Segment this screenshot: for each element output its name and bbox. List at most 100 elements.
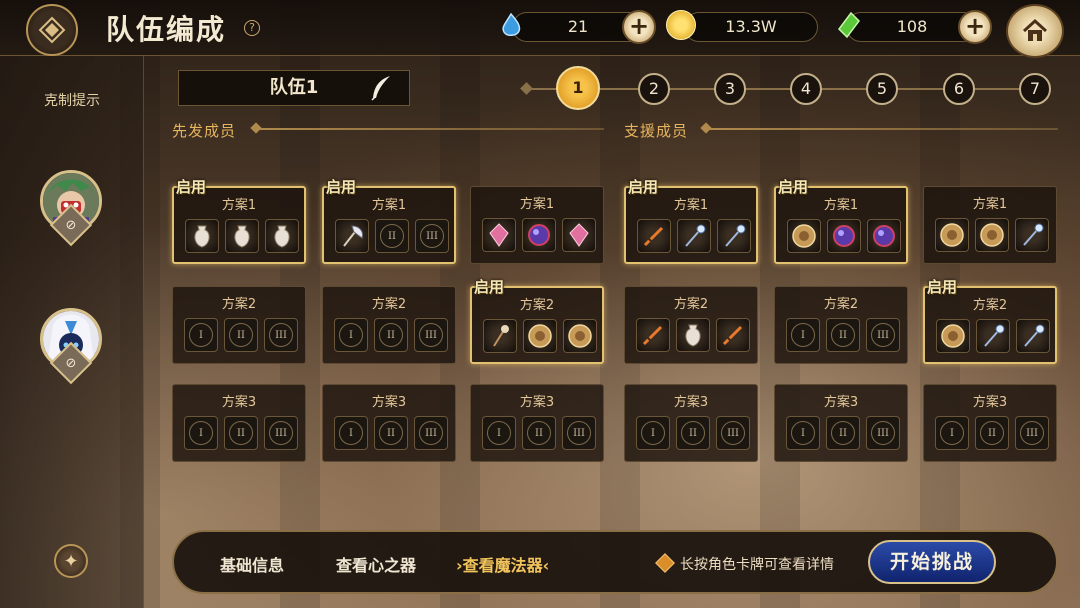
empty-slot-2[interactable]: II <box>975 416 1009 450</box>
empty-slot-2[interactable]: II <box>375 219 409 253</box>
team-number-5[interactable]: 5 <box>866 73 898 105</box>
empty-slot-1[interactable]: I <box>636 416 670 450</box>
team-number-2[interactable]: 2 <box>638 73 670 105</box>
empty-slot-1[interactable]: I <box>482 416 516 450</box>
empty-slot-1[interactable]: I <box>334 318 368 352</box>
staff-item-icon[interactable] <box>677 219 711 253</box>
shield-item-icon[interactable] <box>787 219 821 253</box>
plan-card[interactable]: 方案3 I II III <box>470 384 604 462</box>
staff-item-icon[interactable] <box>1016 319 1050 353</box>
staff-item-icon[interactable] <box>717 219 751 253</box>
empty-slot-1[interactable]: I <box>786 416 820 450</box>
gem-item-icon[interactable] <box>562 218 596 252</box>
sword-item-icon[interactable] <box>637 219 671 253</box>
empty-slot-2[interactable]: II <box>826 416 860 450</box>
team-number-6[interactable]: 6 <box>943 73 975 105</box>
wand-item-icon[interactable] <box>483 319 517 353</box>
empty-slot-2[interactable]: II <box>224 318 258 352</box>
empty-slot-2[interactable]: II <box>522 416 556 450</box>
vase-item-icon[interactable] <box>265 219 299 253</box>
empty-slot-1[interactable]: I <box>334 416 368 450</box>
plan-card[interactable]: 方案3 I II III <box>322 384 456 462</box>
page-title: 队伍编成 <box>106 13 227 46</box>
staff-item-icon[interactable] <box>976 319 1010 353</box>
compass-settings-button[interactable]: ✦ <box>54 544 88 578</box>
empty-slot-3[interactable]: III <box>264 318 298 352</box>
gem-item-icon[interactable] <box>482 218 516 252</box>
plan-card[interactable]: 启用 方案2 <box>470 278 604 364</box>
orb-item-icon[interactable] <box>827 219 861 253</box>
slot-number: III <box>419 323 443 347</box>
empty-slot-3[interactable]: III <box>866 416 900 450</box>
empty-slot-3[interactable]: III <box>414 416 448 450</box>
shield-item-icon[interactable] <box>936 319 970 353</box>
vase-item-icon[interactable] <box>225 219 259 253</box>
empty-slot-2[interactable]: II <box>374 318 408 352</box>
empty-slot-3[interactable]: III <box>866 318 900 352</box>
orb-item-icon[interactable] <box>867 219 901 253</box>
back-button[interactable] <box>26 4 78 56</box>
team-number-7[interactable]: 7 <box>1019 73 1051 105</box>
plan-card[interactable]: 方案1 <box>470 186 604 264</box>
team-number-4[interactable]: 4 <box>790 73 822 105</box>
plan-card[interactable]: 方案3 I II III <box>923 384 1057 462</box>
empty-slot-1[interactable]: I <box>184 318 218 352</box>
plan-card[interactable]: 启用 方案1 <box>172 178 306 264</box>
slot-number: II <box>379 323 403 347</box>
home-button[interactable] <box>1006 4 1064 58</box>
empty-slot-3[interactable]: III <box>264 416 298 450</box>
add-water-button[interactable]: + <box>622 10 656 44</box>
empty-slot-1[interactable]: I <box>184 416 218 450</box>
quill-edit-icon[interactable] <box>368 74 394 102</box>
compass-icon: ✦ <box>63 550 79 572</box>
empty-slot-3[interactable]: III <box>415 219 449 253</box>
plan-card[interactable]: 方案2 I II III <box>172 286 306 364</box>
plan-card[interactable]: 方案3 I II III <box>624 384 758 462</box>
vase-item-icon[interactable] <box>185 219 219 253</box>
home-icon <box>1022 18 1048 41</box>
plan-card[interactable]: 方案1 <box>923 186 1057 264</box>
empty-slot-2[interactable]: II <box>676 416 710 450</box>
tab-heart-vessel[interactable]: 查看心之器 <box>336 552 416 576</box>
empty-slot-2[interactable]: II <box>374 416 408 450</box>
orb-item-icon[interactable] <box>522 218 556 252</box>
empty-slot-2[interactable]: II <box>826 318 860 352</box>
tab-magic-device[interactable]: ›查看魔法器‹ <box>456 552 549 576</box>
sword-item-icon[interactable] <box>716 318 750 352</box>
empty-slot-3[interactable]: III <box>414 318 448 352</box>
staff-item-icon[interactable] <box>1015 218 1049 252</box>
slot-number: I <box>791 421 815 445</box>
empty-slot-3[interactable]: III <box>716 416 750 450</box>
empty-slot-1[interactable]: I <box>786 318 820 352</box>
axe-item-icon[interactable] <box>335 219 369 253</box>
slot-number: III <box>567 421 591 445</box>
plan-card[interactable]: 方案3 I II III <box>774 384 908 462</box>
team-number-3[interactable]: 3 <box>714 73 746 105</box>
plan-card[interactable]: 启用 方案1 <box>624 178 758 264</box>
plan-card[interactable]: 启用 方案2 <box>923 278 1057 364</box>
shield-item-icon[interactable] <box>975 218 1009 252</box>
tab-basic-info[interactable]: 基础信息 <box>220 552 284 576</box>
plan-card[interactable]: 方案2 I II III <box>322 286 456 364</box>
shield-item-icon[interactable] <box>935 218 969 252</box>
plan-card[interactable]: 方案2 I II III <box>774 286 908 364</box>
empty-slot-1[interactable]: I <box>935 416 969 450</box>
plan-card[interactable]: 方案2 <box>624 286 758 364</box>
back-emblem-icon <box>38 16 66 44</box>
empty-slot-2[interactable]: II <box>224 416 258 450</box>
help-icon[interactable]: ? <box>244 20 260 36</box>
plan-card[interactable]: 方案3 I II III <box>172 384 306 462</box>
shield-item-icon[interactable] <box>563 319 597 353</box>
team-number-1[interactable]: 1 <box>556 66 600 110</box>
empty-slot-3[interactable]: III <box>562 416 596 450</box>
add-crystal-button[interactable]: + <box>958 10 992 44</box>
plan-title: 方案3 <box>673 395 709 410</box>
shield-item-icon[interactable] <box>523 319 557 353</box>
plan-card[interactable]: 启用 方案1 II III <box>322 178 456 264</box>
slot-number: I <box>641 421 665 445</box>
start-challenge-button[interactable]: 开始挑战 <box>868 540 996 584</box>
empty-slot-3[interactable]: III <box>1015 416 1049 450</box>
plan-card[interactable]: 启用 方案1 <box>774 178 908 264</box>
sword-item-icon[interactable] <box>636 318 670 352</box>
vase-item-icon[interactable] <box>676 318 710 352</box>
